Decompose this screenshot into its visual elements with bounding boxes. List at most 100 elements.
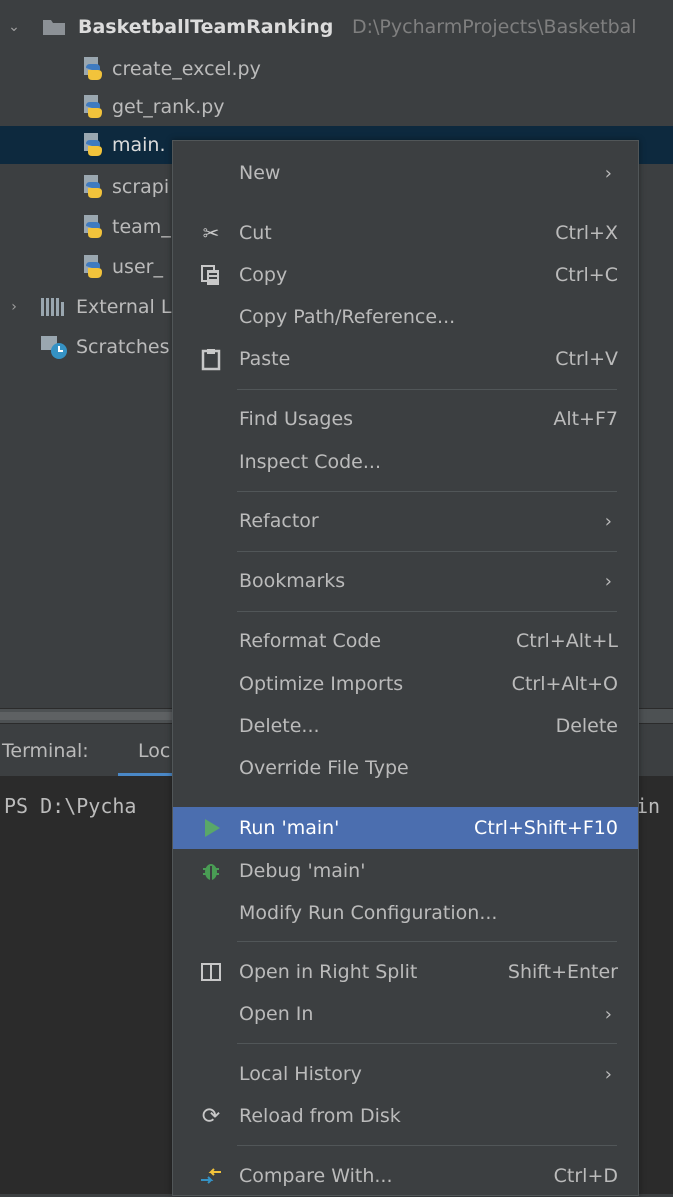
menu-item-label: Reformat Code [239,630,382,652]
file-name: scrapi [112,176,170,198]
menu-separator [237,611,617,612]
folder-icon [43,20,65,35]
menu-item-label: Local History [239,1063,362,1085]
menu-item-inspect-code[interactable]: Inspect Code... [173,441,638,483]
menu-item-override-file-type[interactable]: Override File Type [173,747,638,789]
shortcut-label: Ctrl+Shift+F10 [474,817,618,839]
menu-item-label: Cut [239,222,272,244]
menu-item-local-history[interactable]: Local History › [173,1053,638,1095]
menu-item-label: Find Usages [239,408,354,430]
menu-item-run-main[interactable]: Run 'main' Ctrl+Shift+F10 [173,807,638,849]
menu-item-new[interactable]: New › [173,152,638,194]
menu-item-label: Open in Right Split [239,961,418,983]
chevron-down-icon[interactable]: ⌄ [6,19,22,35]
shortcut-label: Ctrl+X [555,222,618,244]
python-file-icon [84,57,102,80]
shortcut-label: Ctrl+C [555,264,618,286]
python-file-icon [84,215,102,238]
menu-item-cut[interactable]: ✂ Cut Ctrl+X [173,212,638,254]
menu-item-paste[interactable]: Paste Ctrl+V [173,338,638,380]
menu-item-label: Run 'main' [239,817,340,839]
shortcut-label: Ctrl+D [553,1165,618,1187]
tree-row-file[interactable]: get_rank.py [0,88,673,126]
python-file-icon [84,255,102,278]
chevron-right-icon: › [604,570,612,592]
file-name: get_rank.py [112,96,225,118]
chevron-right-icon: › [604,510,612,532]
menu-separator [237,941,617,942]
menu-separator [237,491,617,492]
menu-item-open-in-right-split[interactable]: Open in Right Split Shift+Enter [173,951,638,993]
menu-item-label: Compare With... [239,1165,393,1187]
shortcut-label: Delete [555,715,618,737]
menu-item-find-usages[interactable]: Find Usages Alt+F7 [173,398,638,440]
external-libraries-label: External L [76,296,172,318]
chevron-right-icon: › [604,1063,612,1085]
chevron-right-icon: › [604,162,612,184]
menu-item-compare-with[interactable]: Compare With... Ctrl+D [173,1155,638,1197]
menu-separator [237,551,617,552]
shortcut-label: Ctrl+Alt+L [516,630,618,652]
copy-icon [201,265,219,285]
menu-separator [237,389,617,390]
terminal-prompt: PS D:\Pycha [4,794,137,818]
menu-item-delete[interactable]: Delete... Delete [173,705,638,747]
menu-item-copy-path[interactable]: Copy Path/Reference... [173,296,638,338]
menu-item-label: Paste [239,348,291,370]
terminal-tab-local[interactable]: Loc [138,740,170,762]
menu-item-label: Inspect Code... [239,451,381,473]
menu-item-debug-main[interactable]: Debug 'main' [173,850,638,892]
compare-arrows-icon [201,1168,221,1184]
menu-item-copy[interactable]: Copy Ctrl+C [173,254,638,296]
menu-item-open-in[interactable]: Open In › [173,993,638,1035]
menu-item-label: Bookmarks [239,570,346,592]
python-file-icon [84,95,102,118]
run-triangle-icon [205,819,220,837]
menu-item-label: Reload from Disk [239,1105,401,1127]
python-file-icon [84,133,102,156]
menu-item-label: Copy Path/Reference... [239,306,456,328]
tree-row-file[interactable]: create_excel.py [0,50,673,88]
shortcut-label: Alt+F7 [553,408,618,430]
menu-item-optimize-imports[interactable]: Optimize Imports Ctrl+Alt+O [173,663,638,705]
tree-row-project-root[interactable]: ⌄ BasketballTeamRanking D:\PycharmProjec… [0,8,673,46]
file-name: team_ [112,216,171,238]
menu-item-label: New [239,162,281,184]
menu-item-bookmarks[interactable]: Bookmarks › [173,560,638,602]
menu-separator [237,1145,617,1146]
menu-item-label: Delete... [239,715,320,737]
menu-item-label: Debug 'main' [239,860,366,882]
menu-item-label: Modify Run Configuration... [239,902,498,924]
scratches-icon [41,336,67,359]
menu-separator [237,1043,617,1044]
shortcut-label: Shift+Enter [507,961,618,983]
scrollbar-thumb[interactable] [0,712,200,720]
chevron-right-icon[interactable]: › [6,299,22,315]
menu-item-refactor[interactable]: Refactor › [173,500,638,542]
libraries-icon [41,298,64,316]
menu-item-label: Open In [239,1003,314,1025]
menu-item-reformat-code[interactable]: Reformat Code Ctrl+Alt+L [173,620,638,662]
file-name: user_ [112,256,163,278]
scissors-icon: ✂ [202,221,220,245]
shortcut-label: Ctrl+Alt+O [511,673,618,695]
menu-item-modify-run-configuration[interactable]: Modify Run Configuration... [173,892,638,934]
project-root-path: D:\PycharmProjects\Basketbal [352,16,637,38]
scratches-label: Scratches [76,336,170,358]
split-icon [201,963,221,981]
python-file-icon [84,175,102,198]
menu-item-label: Override File Type [239,757,409,779]
terminal-title: Terminal: [2,740,89,762]
project-root-name: BasketballTeamRanking [78,16,334,38]
terminal-text-tail: in [636,794,661,818]
menu-item-reload-from-disk[interactable]: ⟳ Reload from Disk [173,1095,638,1137]
menu-item-label: Copy [239,264,288,286]
file-name: create_excel.py [112,58,261,80]
context-menu: New › ✂ Cut Ctrl+X Copy Ctrl+C Copy Path… [172,140,639,1196]
bug-icon [203,864,219,880]
shortcut-label: Ctrl+V [555,348,618,370]
menu-item-label: Optimize Imports [239,673,404,695]
menu-item-label: Refactor [239,510,319,532]
file-name: main. [112,134,166,156]
clipboard-icon [201,349,221,371]
